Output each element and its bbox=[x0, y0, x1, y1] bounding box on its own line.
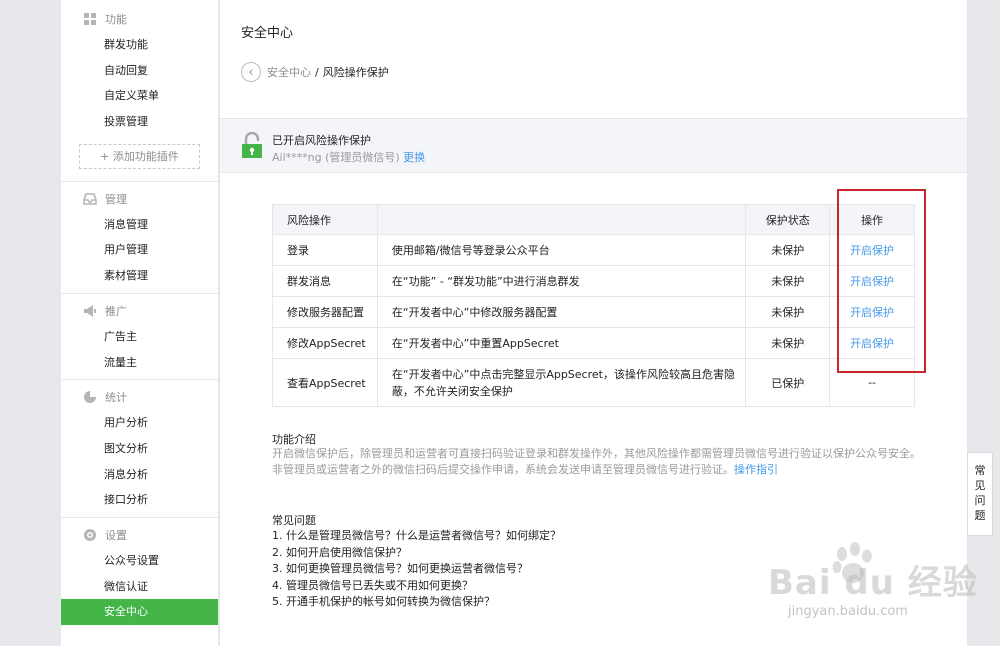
protection-status-bar: 已开启风险操作保护 Ail****ng (管理员微信号) 更换 bbox=[220, 118, 967, 173]
faq-item[interactable]: 3. 如何更换管理员微信号？如何更换运营者微信号？ bbox=[272, 561, 561, 578]
megaphone-icon bbox=[84, 304, 96, 317]
gear-icon bbox=[84, 528, 96, 541]
sidebar-item-wechat-verify[interactable]: 微信认证 bbox=[61, 574, 218, 600]
intro-line-2: 非管理员或运营者之外的微信扫码后提交操作申请，系统会发送申请至管理员微信号进行验… bbox=[272, 463, 734, 476]
intro-title: 功能介绍 bbox=[272, 433, 316, 446]
plus-icon: + bbox=[100, 149, 113, 163]
section-title: 管理 bbox=[105, 192, 127, 206]
faq-title: 常见问题 bbox=[272, 514, 316, 527]
row-description: 使用邮箱/微信号等登录公众平台 bbox=[376, 234, 747, 266]
sidebar-item-mass-send[interactable]: 群发功能 bbox=[61, 32, 218, 58]
lock-icon bbox=[242, 132, 262, 158]
faq-side-tab[interactable]: 常见问题 bbox=[967, 452, 993, 536]
row-operation: 修改服务器配置 bbox=[272, 296, 378, 328]
sidebar-item-auto-reply[interactable]: 自动回复 bbox=[61, 58, 218, 84]
section-title: 推广 bbox=[105, 304, 127, 318]
enable-protection-link[interactable]: 开启保护 bbox=[850, 275, 894, 288]
breadcrumb-current: 风险操作保护 bbox=[322, 66, 389, 79]
section-title: 功能 bbox=[105, 13, 127, 26]
header-status: 保护状态 bbox=[745, 204, 831, 235]
row-description: 在“开发者中心”中点击完整显示AppSecret，该操作风险较高且危害隐蔽，不允… bbox=[376, 358, 747, 407]
faq-item[interactable]: 4. 管理员微信号已丢失或不用如何更换？ bbox=[272, 578, 561, 595]
row-status: 未保护 bbox=[745, 296, 831, 328]
section-title: 设置 bbox=[105, 528, 127, 542]
status-account: Ail****ng (管理员微信号) 更换 bbox=[272, 149, 425, 165]
section-title: 统计 bbox=[105, 391, 127, 405]
sidebar-item-messages[interactable]: 消息管理 bbox=[61, 212, 218, 238]
enable-protection-link[interactable]: 开启保护 bbox=[850, 244, 894, 257]
intro-text: 开启微信保护后，除管理员和运营者可直接扫码验证登录和群发操作外，其他风险操作都需… bbox=[272, 446, 942, 478]
row-status: 已保护 bbox=[745, 358, 831, 407]
pie-chart-icon bbox=[84, 391, 96, 404]
row-action-cell: 开启保护 bbox=[829, 265, 915, 297]
sidebar-item-account-settings[interactable]: 公众号设置 bbox=[61, 548, 218, 574]
faq-list: 1. 什么是管理员微信号？什么是运营者微信号？如何绑定？ 2. 如何开启使用微信… bbox=[272, 528, 561, 611]
sidebar-item-security-center[interactable]: 安全中心 bbox=[61, 599, 218, 625]
risk-operations-table: 风险操作 保护状态 操作 登录 使用邮箱/微信号等登录公众平台 未保护 开启保护… bbox=[272, 204, 915, 407]
watermark-url: jingyan.baidu.com bbox=[788, 604, 908, 619]
row-operation: 登录 bbox=[272, 234, 378, 266]
table-row: 修改服务器配置 在“开发者中心”中修改服务器配置 未保护 开启保护 bbox=[272, 296, 915, 328]
row-status: 未保护 bbox=[745, 327, 831, 359]
row-action-cell: 开启保护 bbox=[829, 296, 915, 328]
sidebar-item-user-analysis[interactable]: 用户分析 bbox=[61, 410, 218, 436]
table-header-row: 风险操作 保护状态 操作 bbox=[272, 204, 915, 235]
sidebar-section-stats: 统计 bbox=[61, 384, 218, 410]
breadcrumb-parent[interactable]: 安全中心 bbox=[267, 64, 311, 80]
row-status: 未保护 bbox=[745, 265, 831, 297]
add-plugin-button[interactable]: + 添加功能插件 bbox=[79, 143, 200, 169]
header-description bbox=[376, 204, 747, 235]
status-title: 已开启风险操作保护 bbox=[272, 134, 371, 147]
row-action-cell: 开启保护 bbox=[829, 234, 915, 266]
table-row: 群发消息 在“功能” - “群发功能”中进行消息群发 未保护 开启保护 bbox=[272, 265, 915, 297]
admin-account: Ail****ng (管理员微信号) bbox=[272, 151, 400, 164]
header-operation: 风险操作 bbox=[272, 204, 378, 235]
row-description: 在“开发者中心”中重置AppSecret bbox=[376, 327, 747, 359]
sidebar-section-promotion: 推广 bbox=[61, 298, 218, 324]
row-operation: 群发消息 bbox=[272, 265, 378, 297]
faq-item[interactable]: 1. 什么是管理员微信号？什么是运营者微信号？如何绑定？ bbox=[272, 528, 561, 545]
sidebar-item-vote[interactable]: 投票管理 bbox=[61, 109, 218, 135]
sidebar: 功能 群发功能 自动回复 自定义菜单 投票管理 + 添加功能插件 管理 消息管理… bbox=[61, 0, 219, 646]
row-action-cell: 开启保护 bbox=[829, 327, 915, 359]
faq-item[interactable]: 5. 开通手机保护的帐号如何转换为微信保护？ bbox=[272, 594, 561, 611]
back-arrow-icon[interactable]: ‹ bbox=[241, 62, 261, 82]
table-row: 登录 使用邮箱/微信号等登录公众平台 未保护 开启保护 bbox=[272, 234, 915, 266]
faq-side-tab-label: 常见问题 bbox=[974, 464, 986, 522]
watermark-text: Bai du 经验 bbox=[768, 563, 978, 603]
row-action: -- bbox=[829, 358, 915, 407]
sidebar-item-materials[interactable]: 素材管理 bbox=[61, 263, 218, 289]
sidebar-item-users[interactable]: 用户管理 bbox=[61, 237, 218, 263]
table-row: 修改AppSecret 在“开发者中心”中重置AppSecret 未保护 开启保… bbox=[272, 327, 915, 359]
row-operation: 查看AppSecret bbox=[272, 358, 378, 407]
guide-link[interactable]: 操作指引 bbox=[734, 463, 778, 476]
faq-item[interactable]: 2. 如何开启使用微信保护？ bbox=[272, 545, 561, 562]
row-description: 在“开发者中心”中修改服务器配置 bbox=[376, 296, 747, 328]
sidebar-section-settings: 设置 bbox=[61, 522, 218, 548]
table-row: 查看AppSecret 在“开发者中心”中点击完整显示AppSecret，该操作… bbox=[272, 358, 915, 407]
sidebar-item-message-analysis[interactable]: 消息分析 bbox=[61, 462, 218, 488]
enable-protection-link[interactable]: 开启保护 bbox=[850, 306, 894, 319]
page-title: 安全中心 bbox=[241, 26, 294, 41]
enable-protection-link[interactable]: 开启保护 bbox=[850, 337, 894, 350]
sidebar-item-api-analysis[interactable]: 接口分析 bbox=[61, 487, 218, 513]
intro-line-1: 开启微信保护后，除管理员和运营者可直接扫码验证登录和群发操作外，其他风险操作都需… bbox=[272, 447, 921, 460]
sidebar-item-article-analysis[interactable]: 图文分析 bbox=[61, 436, 218, 462]
inbox-icon bbox=[83, 192, 97, 205]
grid-icon bbox=[84, 13, 96, 25]
row-description: 在“功能” - “群发功能”中进行消息群发 bbox=[376, 265, 747, 297]
sidebar-item-advertiser[interactable]: 广告主 bbox=[61, 324, 218, 350]
sidebar-item-custom-menu[interactable]: 自定义菜单 bbox=[61, 83, 218, 109]
sidebar-section-manage: 管理 bbox=[61, 186, 218, 212]
row-status: 未保护 bbox=[745, 234, 831, 266]
sidebar-section-function: 功能 bbox=[61, 6, 218, 32]
change-account-link[interactable]: 更换 bbox=[403, 151, 425, 164]
breadcrumb: ‹ 安全中心 / 风险操作保护 bbox=[241, 62, 389, 82]
row-operation: 修改AppSecret bbox=[272, 327, 378, 359]
breadcrumb-separator: / bbox=[315, 65, 319, 79]
sidebar-item-publisher[interactable]: 流量主 bbox=[61, 350, 218, 376]
header-action: 操作 bbox=[829, 204, 915, 235]
